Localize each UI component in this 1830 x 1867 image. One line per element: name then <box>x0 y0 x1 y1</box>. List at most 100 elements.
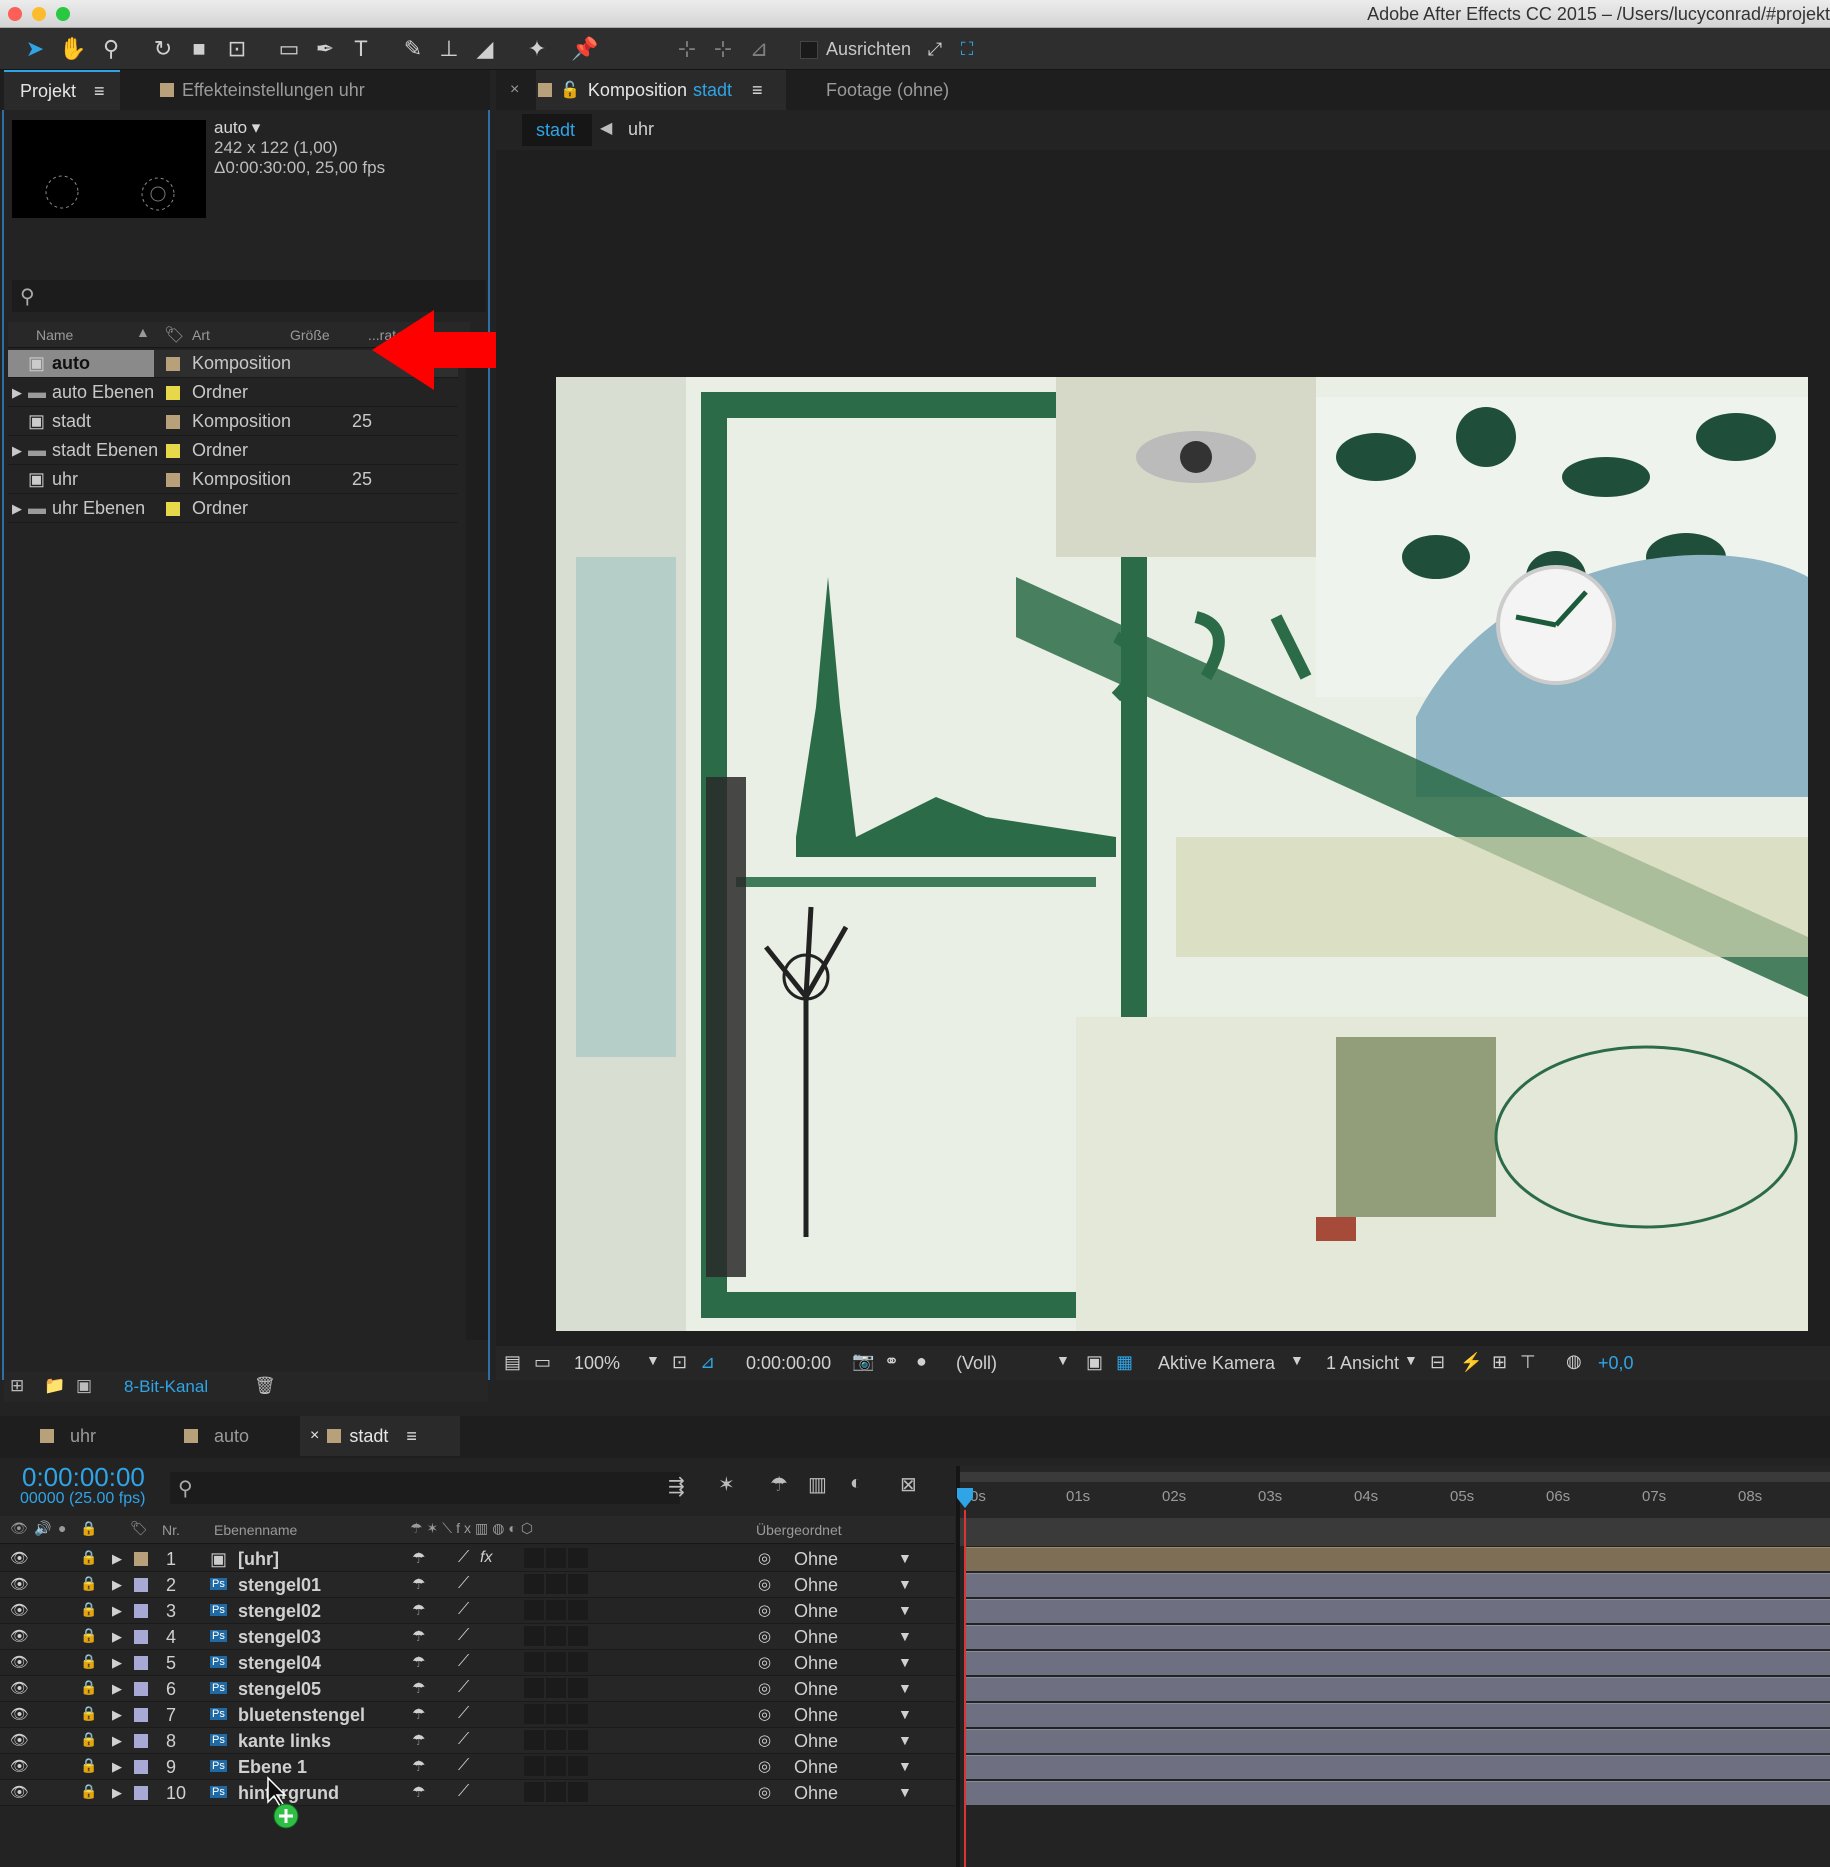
pen-tool-icon[interactable]: ✒ <box>310 34 340 64</box>
tab-timeline-auto[interactable]: auto <box>184 1416 249 1456</box>
twirl-arrow-icon[interactable]: ▶ <box>12 385 22 401</box>
fast-previews-icon[interactable]: ⚡ <box>1460 1352 1482 1373</box>
lock-icon[interactable]: 🔒 <box>80 1783 97 1800</box>
layer-name[interactable]: Ebene 1 <box>238 1757 307 1778</box>
pick-whip-icon[interactable]: ◎ <box>758 1705 771 1723</box>
fx-switch-icon[interactable]: fx <box>480 1549 492 1567</box>
shy-switch-icon[interactable]: ☂ <box>412 1679 425 1697</box>
twirl-arrow-icon[interactable]: ▶ <box>112 1759 122 1775</box>
reset-exposure-icon[interactable]: ◍ <box>1566 1351 1582 1372</box>
layer-row[interactable]: 👁 🔒 ▶ 3 Ps stengel02 ☂ ⟋ ◎ Ohne ▼ <box>0 1598 955 1624</box>
motion-blur-switch[interactable] <box>546 1626 566 1646</box>
layer-name[interactable]: stengel04 <box>238 1653 321 1674</box>
label-color-swatch[interactable] <box>134 1760 148 1774</box>
shy-switch-icon[interactable]: ☂ <box>412 1731 425 1749</box>
project-scrollbar[interactable] <box>466 350 488 1340</box>
parent-dropdown-icon[interactable]: ▼ <box>898 1654 912 1670</box>
parent-dropdown-icon[interactable]: ▼ <box>898 1784 912 1800</box>
lock-icon[interactable]: 🔒 <box>80 1705 97 1722</box>
flowchart-icon[interactable]: ⊤ <box>1520 1352 1536 1373</box>
views-dropdown-icon[interactable]: ▼ <box>1404 1352 1418 1368</box>
parent-dropdown-icon[interactable]: ▼ <box>898 1550 912 1566</box>
motion-blur-switch[interactable] <box>546 1574 566 1594</box>
twirl-arrow-icon[interactable]: ▶ <box>112 1577 122 1593</box>
draft-3d-icon[interactable]: ✶ <box>718 1472 735 1497</box>
label-color-swatch[interactable] <box>166 472 180 487</box>
playhead-icon[interactable] <box>956 1488 974 1510</box>
label-color-swatch[interactable] <box>166 443 180 458</box>
label-color-swatch[interactable] <box>134 1734 148 1748</box>
shy-switch-icon[interactable]: ☂ <box>412 1627 425 1645</box>
tab-footage[interactable]: Footage (ohne) <box>826 70 949 110</box>
trash-icon[interactable]: 🗑 <box>254 1376 276 1396</box>
frame-blend-switch[interactable] <box>524 1730 544 1750</box>
frame-blend-switch[interactable] <box>524 1756 544 1776</box>
layer-duration-bar[interactable] <box>966 1599 1830 1623</box>
layer-name[interactable]: stengel03 <box>238 1627 321 1648</box>
label-color-swatch[interactable] <box>134 1630 148 1644</box>
twirl-arrow-icon[interactable]: ▶ <box>112 1785 122 1801</box>
pick-whip-icon[interactable]: ◎ <box>758 1653 771 1671</box>
snapping-icon[interactable]: ⤢ <box>920 34 950 64</box>
twirl-arrow-icon[interactable]: ▶ <box>112 1655 122 1671</box>
monitor-icon[interactable]: ▭ <box>534 1352 551 1373</box>
lock-icon[interactable]: 🔒 <box>80 1653 97 1670</box>
frame-blend-switch[interactable] <box>524 1600 544 1620</box>
shy-switch-icon[interactable]: ☂ <box>412 1549 425 1567</box>
quality-switch-icon[interactable]: ⟋ <box>458 1601 469 1619</box>
col-name[interactable]: Name <box>36 327 73 343</box>
parent-select[interactable]: Ohne <box>794 1731 838 1752</box>
project-search-input[interactable]: ⚲ <box>12 280 486 312</box>
lock-icon[interactable]: 🔒 <box>80 1757 97 1774</box>
parent-dropdown-icon[interactable]: ▼ <box>898 1602 912 1618</box>
eye-icon[interactable]: 👁 <box>10 1705 29 1723</box>
time-ruler[interactable]: 0s01s02s03s04s05s06s07s08s09 <box>958 1466 1830 1546</box>
layer-duration-bar[interactable] <box>966 1781 1830 1805</box>
pick-whip-icon[interactable]: ◎ <box>758 1731 771 1749</box>
quality-switch-icon[interactable]: ⟋ <box>458 1653 469 1671</box>
adjustment-switch[interactable] <box>568 1574 588 1594</box>
timeline-search-input[interactable]: ⚲ <box>170 1472 680 1504</box>
quality-switch-icon[interactable]: ⟋ <box>458 1731 469 1749</box>
panel-menu-icon[interactable]: ≡ <box>406 1426 417 1447</box>
region-of-interest-icon[interactable]: ▣ <box>1086 1352 1103 1373</box>
pick-whip-icon[interactable]: ◎ <box>758 1627 771 1645</box>
comp-info-name[interactable]: auto ▾ <box>214 118 385 138</box>
axis-local-icon[interactable]: ⊹ <box>672 34 702 64</box>
axis-world-icon[interactable]: ⊹ <box>708 34 738 64</box>
camera-dropdown-icon[interactable]: ▼ <box>1290 1352 1304 1368</box>
panel-menu-icon[interactable]: ≡ <box>752 80 763 101</box>
motion-blur-switch[interactable] <box>546 1782 566 1802</box>
label-color-swatch[interactable] <box>134 1786 148 1800</box>
zoom-window-button[interactable] <box>56 7 70 21</box>
layer-name[interactable]: [uhr] <box>238 1549 279 1570</box>
adjustment-switch[interactable] <box>568 1730 588 1750</box>
axis-view-icon[interactable]: ⊿ <box>744 34 774 64</box>
puppet-pin-tool-icon[interactable]: 📌 <box>570 34 600 64</box>
parent-select[interactable]: Ohne <box>794 1757 838 1778</box>
resolution-select[interactable]: (Voll) <box>956 1353 997 1374</box>
resolution-dropdown-icon[interactable]: ▼ <box>1056 1352 1070 1368</box>
parent-dropdown-icon[interactable]: ▼ <box>898 1576 912 1592</box>
rectangle-tool-icon[interactable]: ▭ <box>274 34 304 64</box>
label-color-swatch[interactable] <box>134 1604 148 1618</box>
eraser-tool-icon[interactable]: ◢ <box>470 34 500 64</box>
new-comp-icon[interactable]: ▣ <box>76 1376 92 1396</box>
frame-blend-switch[interactable] <box>524 1652 544 1672</box>
frame-blend-switch[interactable] <box>524 1574 544 1594</box>
layer-row[interactable]: 👁 🔒 ▶ 1 ▣ [uhr] ☂ ⟋ fx ◎ Ohne ▼ <box>0 1546 955 1572</box>
shy-switch-icon[interactable]: ☂ <box>412 1783 425 1801</box>
pick-whip-icon[interactable]: ◎ <box>758 1783 771 1801</box>
close-tab-icon[interactable]: × <box>310 1427 319 1445</box>
eye-icon[interactable]: 👁 <box>10 1783 29 1801</box>
quality-switch-icon[interactable]: ⟋ <box>458 1549 469 1567</box>
layer-name[interactable]: stengel02 <box>238 1601 321 1622</box>
viewer-timecode[interactable]: 0:00:00:00 <box>746 1353 831 1374</box>
brush-tool-icon[interactable]: ✎ <box>398 34 428 64</box>
col-parent[interactable]: Übergeordnet <box>756 1522 842 1538</box>
shy-switch-icon[interactable]: ☂ <box>412 1575 425 1593</box>
channel-rgb-icon[interactable]: ● <box>916 1351 927 1372</box>
project-item-row[interactable]: ▣ uhr Komposition 25 <box>8 466 458 494</box>
layer-duration-bar[interactable] <box>966 1573 1830 1597</box>
label-color-swatch[interactable] <box>166 501 180 516</box>
